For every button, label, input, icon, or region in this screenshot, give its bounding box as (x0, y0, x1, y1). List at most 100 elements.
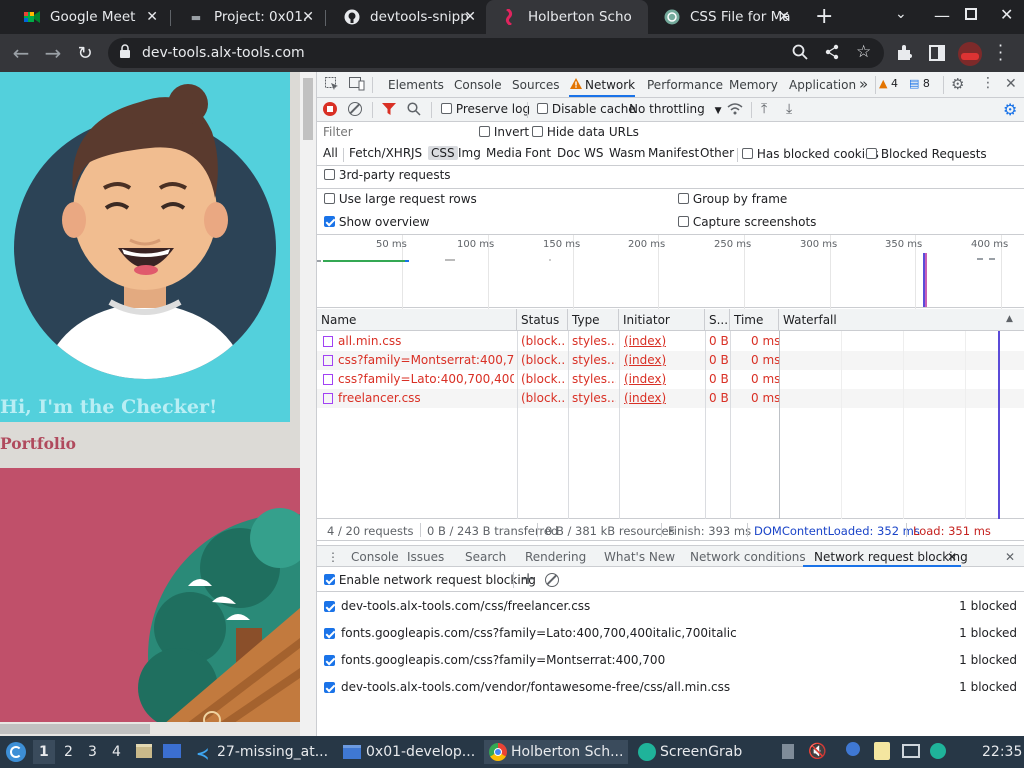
tab-console[interactable]: Console (454, 78, 502, 92)
clipboard-tray-icon[interactable] (782, 744, 794, 759)
filter-input[interactable] (321, 123, 467, 141)
pattern-enabled-checkbox[interactable] (324, 682, 335, 693)
inspect-element-icon[interactable] (325, 77, 339, 94)
table-row[interactable]: css?family=Montserrat:400,700 (block... … (317, 351, 1024, 370)
table-row[interactable]: freelancer.css (block... styles... (inde… (317, 389, 1024, 408)
notification-tray-icon[interactable] (846, 742, 860, 756)
drawer-tab-rendering[interactable]: Rendering (525, 550, 586, 564)
tab-google-meet[interactable]: Google Meet ✕ (8, 0, 168, 34)
table-row[interactable]: all.min.css (block... styles... (index) … (317, 332, 1024, 351)
add-pattern-plus-icon[interactable]: + (521, 569, 535, 589)
column-header-size[interactable]: S... (705, 309, 730, 331)
blocked-pattern-row[interactable]: fonts.googleapis.com/css?family=Montserr… (317, 647, 1024, 673)
side-panel-icon[interactable] (929, 45, 945, 61)
restore-window-icon[interactable] (965, 8, 977, 20)
close-tab-icon[interactable]: ✕ (778, 9, 790, 25)
drawer-tab-whats-new[interactable]: What's New (604, 550, 675, 564)
new-tab-plus-icon[interactable]: + (815, 4, 833, 29)
muted-volume-icon[interactable]: 🔇 (808, 742, 827, 760)
table-row[interactable]: css?family=Lato:400,700,400italic... (bl… (317, 370, 1024, 389)
workspace-3[interactable]: 3 (88, 744, 97, 760)
back-arrow-icon[interactable]: ← (8, 40, 34, 66)
type-filter-media[interactable]: Media (483, 146, 525, 160)
workspace-1[interactable]: 1 (39, 744, 49, 760)
browser-menu-kebab-icon[interactable]: · · · (998, 38, 1003, 68)
type-filter-js[interactable]: JS (408, 146, 425, 160)
tab-elements[interactable]: Elements (388, 78, 444, 92)
request-initiator-link[interactable]: (index) (624, 372, 666, 386)
type-filter-other[interactable]: Other (697, 146, 737, 160)
tab-search-chevron-icon[interactable]: ⌄ (895, 6, 907, 22)
zoom-magnifier-icon[interactable] (792, 44, 808, 64)
tab-network[interactable]: Network (585, 78, 635, 92)
type-filter-css[interactable]: CSS (428, 146, 458, 160)
taskbar-app-chrome[interactable]: Holberton Sch... (511, 744, 623, 760)
profile-avatar[interactable] (958, 42, 982, 66)
column-header-time[interactable]: Time (730, 309, 779, 331)
start-menu-icon[interactable] (6, 742, 26, 762)
close-tab-icon[interactable]: ✕ (302, 9, 314, 25)
tab-css-file[interactable]: CSS File for Ma ✕ (648, 0, 800, 34)
large-request-rows-checkbox[interactable]: Use large request rows (324, 192, 477, 206)
messages-counter[interactable]: ▤ 8 (909, 77, 930, 90)
workspace-4[interactable]: 4 (112, 744, 121, 760)
column-header-waterfall[interactable]: Waterfall (779, 309, 1024, 331)
page-vertical-scrollbar[interactable] (300, 72, 316, 736)
scrollbar-thumb[interactable] (303, 78, 313, 140)
tab-devtools-snippets[interactable]: devtools-snipp ✕ (328, 0, 486, 34)
workspace-2[interactable]: 2 (64, 744, 73, 760)
type-filter-font[interactable]: Font (522, 146, 554, 160)
scrollbar-thumb[interactable] (0, 724, 150, 734)
desktop-launcher-icon[interactable] (163, 744, 181, 758)
tab-application[interactable]: Application (789, 78, 856, 92)
taskbar-app-screengrab[interactable]: ScreenGrab (660, 744, 742, 760)
screengrab-tray-icon[interactable] (930, 743, 946, 759)
pattern-enabled-checkbox[interactable] (324, 628, 335, 639)
forward-arrow-icon[interactable]: → (40, 40, 66, 66)
request-initiator-link[interactable]: (index) (624, 353, 666, 367)
filter-funnel-icon[interactable] (382, 102, 396, 119)
type-filter-img[interactable]: Img (455, 146, 484, 160)
request-initiator-link[interactable]: (index) (624, 334, 666, 348)
stop-recording-icon[interactable] (323, 102, 337, 116)
blocked-requests-checkbox[interactable]: Blocked Requests (866, 147, 987, 161)
page-horizontal-scrollbar[interactable] (0, 722, 300, 736)
column-header-status[interactable]: Status (517, 309, 568, 331)
network-conditions-wifi-icon[interactable] (727, 103, 743, 118)
type-filter-all[interactable]: All (320, 146, 341, 160)
column-header-type[interactable]: Type (568, 309, 619, 331)
devtools-settings-gear-icon[interactable]: ⚙ (951, 75, 964, 93)
bookmark-star-icon[interactable]: ☆ (856, 42, 871, 62)
blocked-pattern-row[interactable]: dev-tools.alx-tools.com/vendor/fontaweso… (317, 674, 1024, 700)
network-settings-gear-icon[interactable]: ⚙ (1003, 100, 1017, 119)
sort-ascending-icon[interactable]: ▲ (1006, 314, 1013, 324)
column-header-name[interactable]: Name (317, 309, 517, 331)
column-header-initiator[interactable]: Initiator (619, 309, 705, 331)
type-filter-wasm[interactable]: Wasm (606, 146, 648, 160)
network-overview-timeline[interactable]: 50 ms 100 ms 150 ms 200 ms 250 ms 300 ms… (317, 234, 1024, 309)
hide-data-urls-checkbox[interactable]: Hide data URLs (532, 125, 639, 139)
blocked-pattern-row[interactable]: dev-tools.alx-tools.com/css/freelancer.c… (317, 593, 1024, 619)
more-tabs-chevron-icon[interactable]: » (859, 75, 868, 93)
taskbar-app-files[interactable]: 0x01-develop... (366, 744, 475, 760)
drawer-tab-network-request-blocking[interactable]: Network request blocking (814, 550, 968, 564)
blocked-pattern-row[interactable]: fonts.googleapis.com/css?family=Lato:400… (317, 620, 1024, 646)
drawer-tab-network-conditions[interactable]: Network conditions (690, 550, 806, 564)
type-filter-doc[interactable]: Doc (554, 146, 583, 160)
pattern-enabled-checkbox[interactable] (324, 655, 335, 666)
drawer-tab-search[interactable]: Search (465, 550, 506, 564)
has-blocked-cookies-checkbox[interactable]: Has blocked cookies (742, 147, 879, 161)
show-overview-checkbox[interactable]: Show overview (324, 215, 429, 229)
minimize-window-icon[interactable]: — (934, 6, 950, 25)
reload-icon[interactable]: ↻ (72, 40, 98, 66)
device-toolbar-icon[interactable] (349, 77, 365, 94)
type-filter-ws[interactable]: WS (581, 146, 606, 160)
notes-tray-icon[interactable] (874, 742, 890, 760)
devtools-menu-kebab-icon[interactable]: ⋮ (981, 75, 995, 91)
drawer-menu-kebab-icon[interactable]: ⋮ (327, 550, 339, 564)
group-by-frame-checkbox[interactable]: Group by frame (678, 192, 787, 206)
tab-project[interactable]: ▬ Project: 0x01. ✕ (172, 0, 324, 34)
file-manager-launcher-icon[interactable] (136, 744, 152, 758)
tab-holberton[interactable]: Holberton Scho (486, 0, 648, 34)
close-tab-icon[interactable]: ✕ (146, 9, 158, 25)
